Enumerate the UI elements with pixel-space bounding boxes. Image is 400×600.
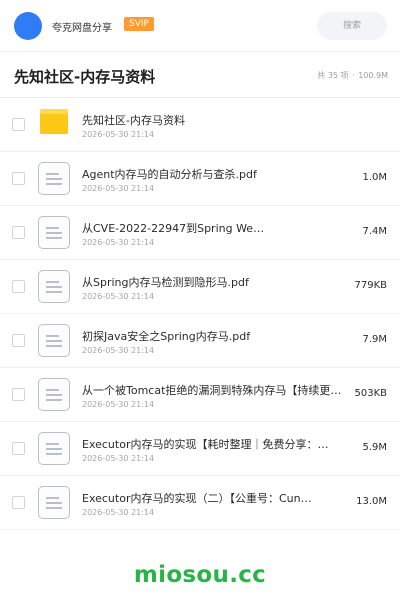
- row-checkbox[interactable]: [12, 496, 25, 509]
- svip-badge: SVIP: [124, 17, 154, 31]
- row-checkbox[interactable]: [12, 172, 25, 185]
- folder-title-bar: 先知社区-内存马资料 共 35 项 · 100.9M: [0, 52, 400, 98]
- file-size: 13.0M: [356, 496, 387, 507]
- file-name: 先知社区-内存马资料: [82, 114, 185, 127]
- row-checkbox[interactable]: [12, 280, 25, 293]
- file-date: 2026-05-30 21:14: [82, 346, 155, 355]
- file-size: 7.4M: [362, 226, 387, 237]
- file-size: 1.0M: [362, 172, 387, 183]
- document-icon: [38, 162, 70, 195]
- row-checkbox[interactable]: [12, 442, 25, 455]
- file-row[interactable]: Executor内存马的实现【耗时整理｜免费分享：… 2026-05-30 21…: [0, 422, 400, 476]
- file-row[interactable]: 初探Java安全之Spring内存马.pdf 2026-05-30 21:14 …: [0, 314, 400, 368]
- folder-icon: [40, 109, 68, 134]
- document-icon: [38, 216, 70, 249]
- username[interactable]: 夸克网盘分享: [52, 19, 112, 34]
- app-header: 夸克网盘分享 SVIP 搜索: [0, 0, 400, 52]
- file-row[interactable]: 从Spring内存马检测到隐形马.pdf 2026-05-30 21:14 77…: [0, 260, 400, 314]
- file-date: 2026-05-30 21:14: [82, 400, 155, 409]
- file-row[interactable]: Agent内存马的自动分析与查杀.pdf 2026-05-30 21:14 1.…: [0, 152, 400, 206]
- document-icon: [38, 270, 70, 303]
- file-date: 2026-05-30 21:14: [82, 184, 155, 193]
- file-size: 7.9M: [362, 334, 387, 345]
- file-size: 503KB: [354, 388, 387, 399]
- file-name: Executor内存马的实现【耗时整理｜免费分享：…: [82, 438, 329, 451]
- file-date: 2026-05-30 21:14: [82, 508, 155, 517]
- row-checkbox[interactable]: [12, 334, 25, 347]
- search-input[interactable]: 搜索: [317, 12, 387, 40]
- document-icon: [38, 324, 70, 357]
- document-icon: [38, 378, 70, 411]
- file-row[interactable]: Executor内存马的实现（二）【公重号：Cun… 2026-05-30 21…: [0, 476, 400, 530]
- file-row[interactable]: 从一个被Tomcat拒绝的漏洞到特殊内存马【持续更… 2026-05-30 21…: [0, 368, 400, 422]
- file-name: 从一个被Tomcat拒绝的漏洞到特殊内存马【持续更…: [82, 384, 342, 397]
- document-icon: [38, 432, 70, 465]
- file-name: Agent内存马的自动分析与查杀.pdf: [82, 168, 257, 181]
- item-count: 共 35 项: [317, 71, 349, 80]
- avatar[interactable]: [14, 12, 42, 40]
- file-row[interactable]: 先知社区-内存马资料 2026-05-30 21:14: [0, 98, 400, 152]
- total-size: 100.9M: [358, 71, 388, 80]
- folder-summary: 共 35 项 · 100.9M: [317, 70, 388, 81]
- file-name: 从CVE-2022-22947到Spring We…: [82, 222, 265, 235]
- brand-watermark: miosou.cc: [133, 562, 267, 588]
- meta-separator: ·: [352, 71, 355, 80]
- file-list: 先知社区-内存马资料 2026-05-30 21:14 Agent内存马的自动分…: [0, 98, 400, 530]
- file-date: 2026-05-30 21:14: [82, 238, 155, 247]
- document-icon: [38, 486, 70, 519]
- file-size: 5.9M: [362, 442, 387, 453]
- file-row[interactable]: 从CVE-2022-22947到Spring We… 2026-05-30 21…: [0, 206, 400, 260]
- file-date: 2026-05-30 21:14: [82, 130, 155, 139]
- file-size: 779KB: [354, 280, 387, 291]
- row-checkbox[interactable]: [12, 118, 25, 131]
- file-name: 从Spring内存马检测到隐形马.pdf: [82, 276, 249, 289]
- file-date: 2026-05-30 21:14: [82, 454, 155, 463]
- row-checkbox[interactable]: [12, 226, 25, 239]
- row-checkbox[interactable]: [12, 388, 25, 401]
- page-title: 先知社区-内存马资料: [14, 68, 156, 86]
- file-name: Executor内存马的实现（二）【公重号：Cun…: [82, 492, 312, 505]
- file-name: 初探Java安全之Spring内存马.pdf: [82, 330, 251, 343]
- file-date: 2026-05-30 21:14: [82, 292, 155, 301]
